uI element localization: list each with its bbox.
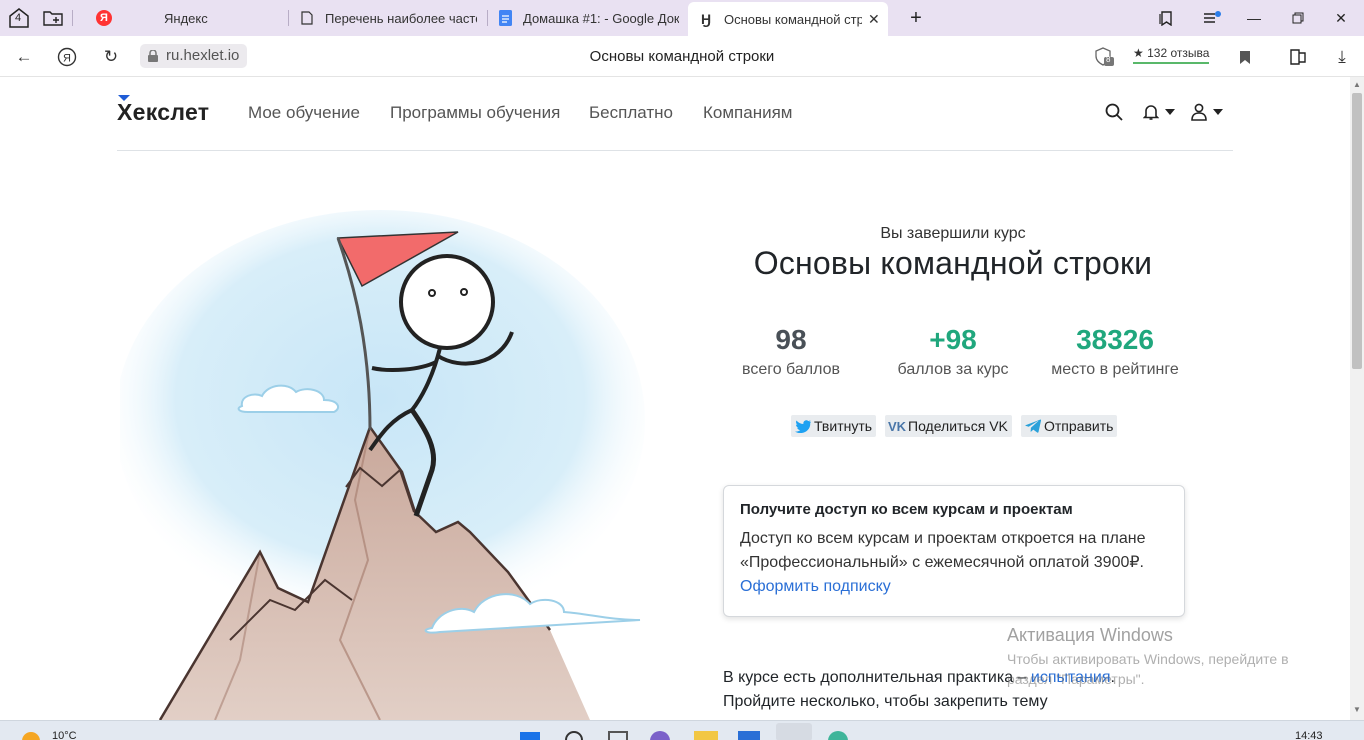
logo-mark-icon [118, 95, 130, 101]
browser-menu-button[interactable] [1202, 8, 1222, 28]
windows-activation-subtitle: Чтобы активировать Windows, перейдите в … [1007, 651, 1289, 687]
download-icon: ⤓ [1338, 47, 1346, 66]
windows-start-icon[interactable] [520, 732, 540, 740]
share-telegram-button[interactable]: Отправить [1021, 415, 1118, 437]
tab-counter-button[interactable]: 4 [6, 7, 32, 29]
downloads-button[interactable]: ⤓ [1331, 46, 1353, 68]
yandex-browser-taskbar-icon[interactable] [776, 723, 812, 740]
svg-text:Я: Я [63, 53, 71, 65]
share-vk-button[interactable]: VK Поделиться VK [885, 415, 1012, 437]
nav-programs[interactable]: Программы обучения [390, 103, 560, 123]
yandex-home-button[interactable]: Я [56, 46, 78, 68]
minimize-button[interactable]: — [1244, 8, 1264, 28]
hexlet-icon: Ӈ [700, 11, 712, 27]
chat-app-icon[interactable] [650, 731, 670, 740]
windows-activation-title: Активация Windows [1007, 625, 1173, 645]
caret-down-icon [1165, 109, 1175, 115]
weather-temperature[interactable]: 10°C [52, 730, 77, 740]
yandex-icon: Я [96, 10, 112, 26]
search-taskbar-icon[interactable] [565, 731, 583, 740]
new-tab-button[interactable]: + [903, 7, 929, 29]
tab-google-docs[interactable]: Домашка #1: - Google Док [497, 3, 679, 33]
minimize-icon: — [1247, 10, 1261, 26]
bookmarks-stack-icon [1159, 11, 1172, 26]
url-field[interactable]: ru.hexlet.io [140, 44, 248, 68]
nav-free[interactable]: Бесплатно [589, 103, 673, 123]
telegram-icon [1025, 419, 1041, 433]
close-tab-icon[interactable]: ✕ [868, 11, 880, 28]
browser-tab-bar: 4 Я Яндекс Перечень наиболее часто Домаш… [0, 0, 1364, 36]
tab-document[interactable]: Перечень наиболее часто [299, 3, 477, 33]
google-docs-icon [497, 10, 513, 26]
bell-icon [1143, 105, 1159, 120]
tab-hexlet-active[interactable]: Ӈ Основы командной стр ✕ [688, 2, 888, 36]
close-window-button[interactable]: ✕ [1331, 8, 1351, 28]
scroll-thumb[interactable] [1352, 93, 1362, 369]
site-header: Хекслет Мое обучение Программы обучения … [117, 77, 1233, 151]
tab-yandex[interactable]: Я Яндекс [96, 3, 276, 33]
folder-plus-icon [43, 11, 63, 26]
reader-button[interactable] [1287, 46, 1309, 68]
document-icon [299, 10, 315, 26]
store-icon[interactable] [738, 731, 760, 740]
stat-course-points: +98 баллов за курс [897, 324, 1009, 378]
address-bar: ← Я ↻ ru.hexlet.io Основы командной стро… [0, 36, 1364, 77]
weather-icon [22, 732, 40, 740]
yandex-circle-icon: Я [57, 47, 77, 67]
nav-companies[interactable]: Компаниям [703, 103, 792, 123]
taskbar-clock[interactable]: 14:43 [1295, 730, 1323, 740]
bookmark-icon [1240, 50, 1250, 64]
bookmark-button[interactable] [1234, 46, 1256, 68]
subscribe-link[interactable]: Оформить подписку [740, 578, 891, 595]
subscription-card: Получите доступ ко всем курсам и проекта… [723, 485, 1185, 617]
reload-icon: ↻ [103, 47, 119, 66]
stat-rating-place: 38326 место в рейтинге [1051, 324, 1179, 378]
course-complete-illustration [120, 210, 645, 720]
task-view-icon[interactable] [608, 731, 628, 740]
caret-down-icon [1213, 109, 1223, 115]
search-icon [1105, 103, 1123, 121]
stat-total-points: 98 всего баллов [742, 324, 840, 378]
close-icon: ✕ [1335, 9, 1347, 26]
windows-taskbar: 10°C 14:43 [0, 720, 1364, 740]
shield-icon [1095, 47, 1114, 66]
twitter-icon [795, 419, 811, 433]
scroll-up-icon[interactable]: ▲ [1352, 80, 1362, 90]
reload-button[interactable]: ↻ [100, 46, 122, 68]
user-icon [1191, 103, 1207, 121]
back-button[interactable]: ← [13, 46, 35, 68]
new-folder-button[interactable] [40, 7, 66, 29]
arrow-left-icon: ← [15, 47, 33, 66]
star-icon: ★ [1133, 46, 1144, 60]
restore-button[interactable] [1288, 8, 1308, 28]
lock-icon [148, 50, 158, 62]
menu-icon [1204, 11, 1221, 23]
plus-icon: + [910, 6, 922, 29]
nav-my-learning[interactable]: Мое обучение [248, 103, 360, 123]
restore-icon [1292, 12, 1304, 24]
search-button[interactable] [1105, 101, 1123, 123]
file-explorer-icon[interactable] [694, 731, 718, 740]
collections-button[interactable] [1156, 8, 1176, 28]
reviews-link[interactable]: ★ 132 отзыва [1133, 46, 1210, 64]
notifications-button[interactable] [1143, 101, 1175, 123]
user-menu-button[interactable] [1191, 101, 1223, 123]
scroll-down-icon[interactable]: ▼ [1352, 705, 1362, 715]
page-scrollbar[interactable]: ▲ ▼ [1350, 77, 1364, 720]
reader-icon [1290, 49, 1306, 65]
protect-button[interactable]: 8 [1094, 46, 1116, 68]
share-twitter-button[interactable]: Твитнуть [791, 415, 877, 437]
course-title: Основы командной строки [753, 245, 1153, 281]
course-done-label: Вы завершили курс [880, 225, 1026, 242]
hexlet-logo[interactable]: Хекслет [117, 95, 209, 126]
browser-app-icon[interactable] [828, 731, 848, 740]
subscription-card-text: Доступ ко всем курсам и проектам откроет… [740, 530, 1146, 571]
vk-icon: VK [887, 418, 907, 434]
subscription-card-title: Получите доступ ко всем курсам и проекта… [740, 501, 1073, 518]
